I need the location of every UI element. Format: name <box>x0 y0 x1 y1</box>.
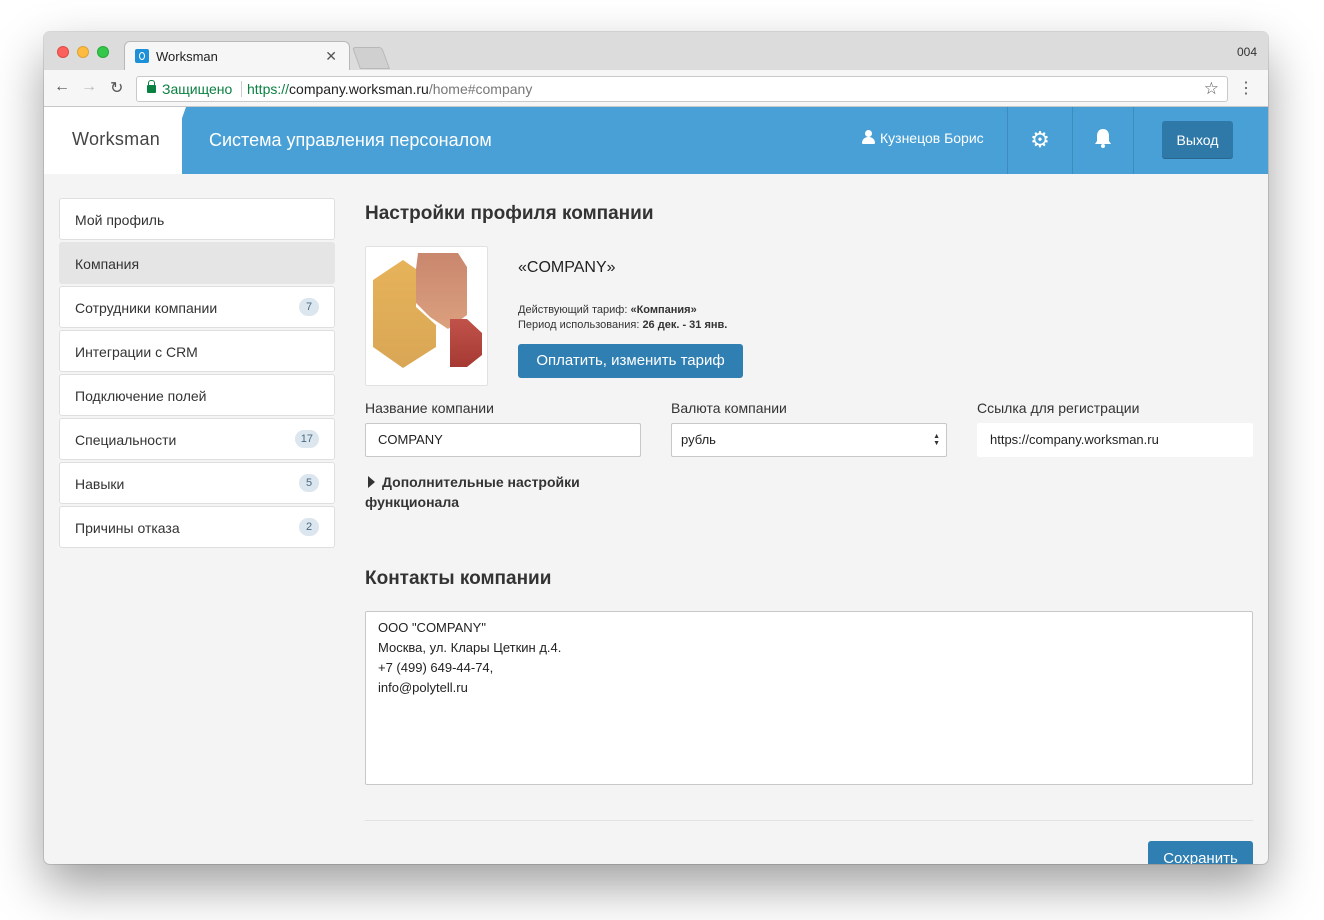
logo-diagonal <box>162 107 186 174</box>
url-scheme: https:// <box>247 81 290 97</box>
logout-button[interactable]: Выход <box>1162 121 1233 159</box>
zoom-window-button[interactable] <box>97 46 109 58</box>
form-divider <box>365 820 1253 821</box>
sidebar-item-specialties[interactable]: Специальности 17 <box>59 418 335 460</box>
sidebar-item-label: Специальности <box>75 432 177 448</box>
tab-close-icon[interactable]: ✕ <box>325 48 337 65</box>
close-window-button[interactable] <box>57 46 69 58</box>
count-badge: 7 <box>299 298 319 316</box>
sidebar-item-label: Сотрудники компании <box>75 300 218 316</box>
contacts-line: info@polytell.ru <box>378 680 468 695</box>
period-value: 26 дек. - 31 янв. <box>642 319 728 331</box>
new-tab-button[interactable] <box>351 47 391 69</box>
page-title: Настройки профиля компании <box>365 203 654 224</box>
contacts-textarea[interactable]: ООО "COMPANY" Москва, ул. Клары Цеткин д… <box>365 611 1253 785</box>
sidebar-item-company[interactable]: Компания <box>59 242 335 284</box>
browser-toolbar: ← → ↻ Защищено https://company.worksman.… <box>44 70 1268 107</box>
contacts-title: Контакты компании <box>365 568 552 589</box>
sidebar-item-label: Мой профиль <box>75 212 165 228</box>
header-divider <box>1133 107 1134 174</box>
pay-change-tariff-button[interactable]: Оплатить, изменить тариф <box>518 344 743 378</box>
company-logo-image <box>373 253 482 368</box>
header-divider <box>1072 107 1073 174</box>
browser-tab[interactable]: Worksman ✕ <box>124 41 350 70</box>
period-prefix: Период использования: <box>518 319 643 331</box>
sidebar-item-label: Компания <box>75 256 140 272</box>
minimize-window-button[interactable] <box>77 46 89 58</box>
sidebar-item-skills[interactable]: Навыки 5 <box>59 462 335 504</box>
app-header: Worksman Система управления персоналом К… <box>44 107 1268 174</box>
bell-icon[interactable] <box>1090 127 1116 153</box>
currency-value: рубль <box>681 432 716 447</box>
user-menu[interactable]: Кузнецов Борис <box>862 130 984 146</box>
forward-arrow-icon[interactable]: → <box>81 78 97 96</box>
header-divider <box>1007 107 1008 174</box>
sidebar-item-label: Интеграции с CRM <box>75 344 198 360</box>
url-text[interactable]: https://company.worksman.ru/home#company <box>247 81 532 97</box>
sidebar-item-label: Подключение полей <box>75 388 207 404</box>
window-label: 004 <box>1236 45 1257 59</box>
app-title: Система управления персоналом <box>209 130 492 150</box>
address-bar[interactable]: Защищено https://company.worksman.ru/hom… <box>136 76 1228 102</box>
contacts-line: Москва, ул. Клары Цеткин д.4. <box>378 640 562 655</box>
reload-icon[interactable]: ↻ <box>110 78 123 98</box>
count-badge: 2 <box>299 518 319 536</box>
period-info: Период использования: 26 дек. - 31 янв. <box>518 319 727 331</box>
company-name-value: COMPANY <box>378 432 443 447</box>
sidebar-item-label: Причины отказа <box>75 520 180 536</box>
currency-label: Валюта компании <box>671 400 787 416</box>
registration-link-value: https://company.worksman.ru <box>990 432 1159 447</box>
user-name: Кузнецов Борис <box>880 130 984 146</box>
sidebar-item-my-profile[interactable]: Мой профиль <box>59 198 335 240</box>
secure-label: Защищено <box>162 81 233 97</box>
currency-select[interactable]: рубль ▲ ▼ <box>671 423 947 457</box>
tariff-info: Действующий тариф: «Компания» <box>518 304 697 316</box>
sidebar-item-crm-integrations[interactable]: Интеграции с CRM <box>59 330 335 372</box>
lock-icon <box>147 80 156 93</box>
sidebar-item-rejection-reasons[interactable]: Причины отказа 2 <box>59 506 335 548</box>
company-logo[interactable] <box>365 246 488 386</box>
app-logo[interactable]: Worksman <box>72 129 160 150</box>
count-badge: 17 <box>294 430 319 448</box>
tariff-value: «Компания» <box>630 304 697 316</box>
browser-menu-icon[interactable]: ⋮ <box>1238 78 1254 98</box>
registration-link-label: Ссылка для регистрации <box>977 400 1140 416</box>
tab-title: Worksman <box>156 49 218 64</box>
company-name-label: Название компании <box>365 400 494 416</box>
browser-window: Worksman ✕ 004 ← → ↻ Защищено https://co… <box>44 32 1268 864</box>
sidebar-item-field-connection[interactable]: Подключение полей <box>59 374 335 416</box>
bell-icon-svg <box>1095 129 1111 148</box>
save-button[interactable]: Сохранить <box>1148 841 1253 864</box>
tariff-prefix: Действующий тариф: <box>518 304 631 316</box>
contacts-line: ООО "COMPANY" <box>378 620 486 635</box>
extra-settings-toggle[interactable]: Дополнительные настройки функционала <box>365 472 585 512</box>
browser-tab-bar: Worksman ✕ 004 <box>44 32 1268 70</box>
sidebar-item-label: Навыки <box>75 476 125 492</box>
worksman-favicon-icon <box>135 49 149 63</box>
select-arrows-icon: ▲ ▼ <box>933 433 940 447</box>
back-arrow-icon[interactable]: ← <box>54 78 70 96</box>
company-name-input[interactable]: COMPANY <box>365 423 641 457</box>
sidebar-item-employees[interactable]: Сотрудники компании 7 <box>59 286 335 328</box>
bookmark-star-icon[interactable]: ☆ <box>1204 79 1219 99</box>
url-path: /home#company <box>428 81 533 97</box>
registration-link-field[interactable]: https://company.worksman.ru <box>977 423 1253 457</box>
company-display-name: «COMPANY» <box>518 259 616 276</box>
gear-icon[interactable]: ⚙ <box>1027 127 1053 153</box>
contacts-line: +7 (499) 649-44-74, <box>378 660 494 675</box>
sidebar-nav: Мой профиль Компания Сотрудники компании… <box>59 198 335 550</box>
count-badge: 5 <box>299 474 319 492</box>
caret-right-icon <box>368 476 375 488</box>
extra-settings-label: Дополнительные настройки функционала <box>365 474 580 510</box>
user-icon <box>862 130 875 144</box>
omnibox-divider <box>241 81 242 97</box>
url-host: company.worksman.ru <box>289 81 429 97</box>
